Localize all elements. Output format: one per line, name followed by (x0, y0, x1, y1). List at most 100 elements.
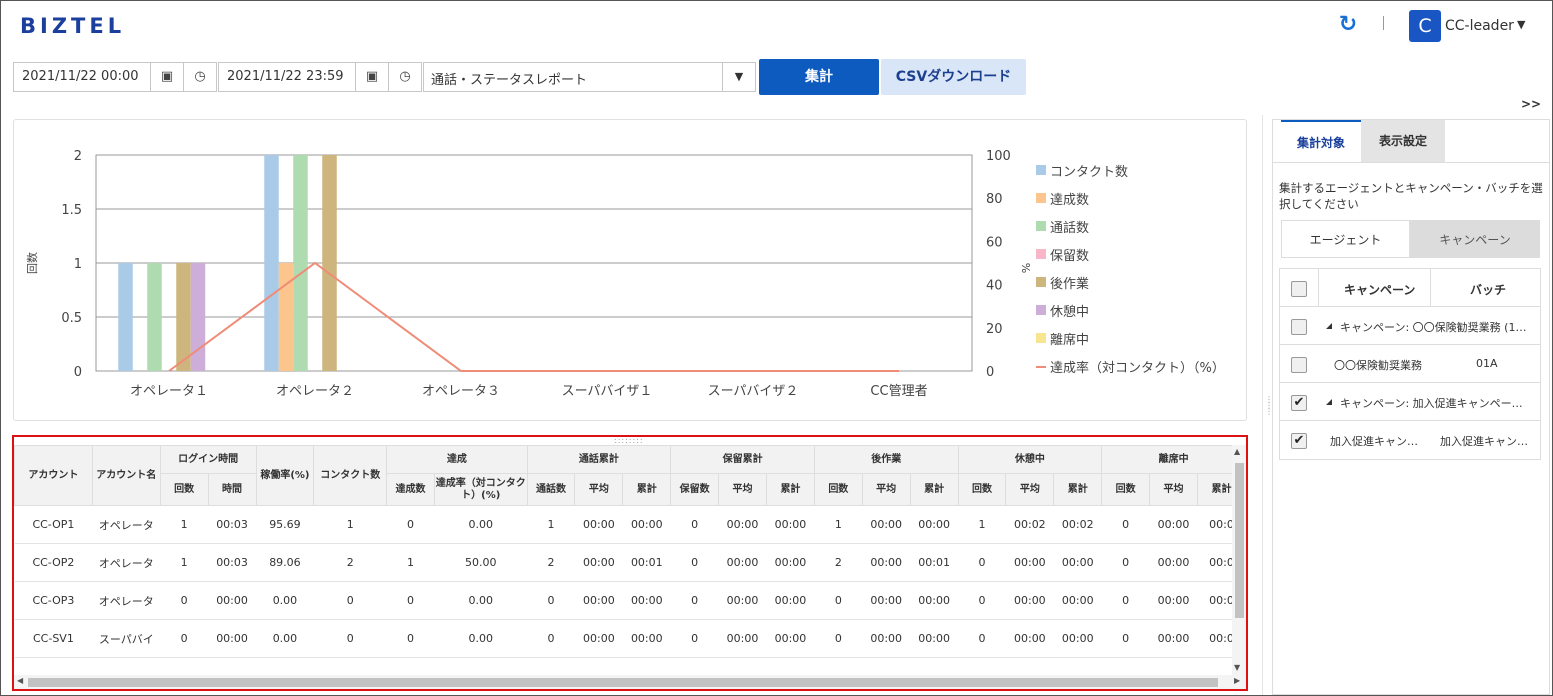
th-achieved[interactable]: 達成数 (386, 473, 435, 506)
table-cell: 89.06 (256, 543, 314, 582)
table-cell: CC-OP1 (14, 505, 93, 544)
batch-campaign-name: 加入促進キャン… (1330, 435, 1418, 448)
th-hold-avg[interactable]: 平均 (718, 473, 767, 506)
table-row[interactable]: CC-OP3 オペレータ 0 00:00 0.00 0 0 0.00 0 00:00 00:00 0 0… (14, 581, 1246, 620)
table-cell: 1 (313, 505, 387, 544)
batch-campaign-name: 〇〇保険勧奨業務 (1334, 359, 1422, 372)
th-break-total[interactable]: 累計 (1053, 473, 1103, 506)
th-talk-count[interactable]: 通話数 (526, 473, 576, 506)
horizontal-scroll-thumb[interactable] (28, 678, 1218, 687)
calendar-icon[interactable]: ▣ (150, 63, 183, 91)
batch-checkbox[interactable]: ✔ (1291, 433, 1307, 449)
batch-row[interactable]: 〇〇保険勧奨業務 01A (1280, 345, 1540, 383)
th-utilization[interactable]: 稼働率(%) (255, 445, 315, 506)
th-after-count[interactable]: 回数 (813, 473, 863, 506)
table-cell: 00:00 (1053, 543, 1102, 582)
bar-1-1 (278, 263, 294, 371)
campaign-group-row[interactable]: ◢ キャンペーン: 〇〇保険勧奨業務 (1… (1280, 307, 1540, 345)
batch-checkbox[interactable] (1291, 357, 1307, 373)
table-cell: 00:00 (1005, 619, 1054, 658)
tab-display-settings[interactable]: 表示設定 (1361, 120, 1445, 162)
avatar[interactable]: C (1409, 10, 1441, 42)
scroll-right-icon[interactable]: ▶ (1234, 676, 1240, 685)
th-hold-count[interactable]: 保留数 (670, 473, 720, 506)
th-account[interactable]: アカウント (14, 445, 93, 506)
th-after-total[interactable]: 累計 (909, 473, 959, 506)
table-cell: 00:00 (718, 543, 767, 582)
x-tick-label: オペレータ３ (422, 384, 500, 399)
expand-triangle-icon[interactable]: ◢ (1326, 397, 1332, 406)
chevron-down-icon[interactable]: ▼ (1517, 18, 1525, 31)
th-account-name[interactable]: アカウント名 (91, 445, 161, 506)
table-cell: 00:00 (862, 581, 911, 620)
table-cell: CC-SV1 (14, 619, 93, 658)
th-away-count[interactable]: 回数 (1101, 473, 1151, 506)
th-login-time-sub[interactable]: 時間 (207, 473, 257, 506)
table-cell: オペレータ (92, 543, 161, 582)
table-cell: 00:01 (910, 543, 959, 582)
subtab-agent[interactable]: エージェント (1281, 220, 1410, 258)
th-after-avg[interactable]: 平均 (861, 473, 911, 506)
th-login-count[interactable]: 回数 (159, 473, 209, 506)
col-campaign[interactable]: キャンペーン (1344, 281, 1415, 298)
batch-row[interactable]: ✔ 加入促進キャン… 加入促進キャン… (1280, 421, 1540, 459)
th-break-count[interactable]: 回数 (957, 473, 1007, 506)
table-cell: 00:00 (622, 505, 671, 544)
legend-label: 後作業 (1050, 276, 1089, 292)
table-cell: スーパバイ (92, 619, 161, 658)
th-talk-total-sub[interactable]: 累計 (622, 473, 672, 506)
y2-tick-label: 80 (986, 192, 1003, 207)
end-datetime-field[interactable]: 2021/11/22 23:59 ▣ ◷ (218, 62, 422, 92)
th-talk-total: 通話累計 (526, 445, 672, 474)
y2-axis-label: % (1019, 263, 1032, 273)
th-achieve-rate[interactable]: 達成率（対コンタクト）(%) (433, 473, 528, 506)
scroll-up-icon[interactable]: ▲ (1234, 447, 1240, 456)
refresh-icon[interactable]: ↻ (1336, 12, 1360, 38)
tab-target[interactable]: 集計対象 (1281, 120, 1361, 162)
campaign-checkbox[interactable]: ✔ (1291, 395, 1307, 411)
table-row[interactable]: CC-OP1 オペレータ 1 00:03 95.69 1 0 0.00 1 00:00 00:00 0… (14, 505, 1246, 544)
legend-label: 達成数 (1050, 193, 1089, 208)
y-tick-label: 0 (74, 365, 82, 380)
aggregate-button[interactable]: 集計 (759, 59, 879, 95)
expand-triangle-icon[interactable]: ◢ (1326, 321, 1332, 330)
scroll-left-icon[interactable]: ◀ (17, 676, 23, 685)
start-datetime-value: 2021/11/22 00:00 (22, 69, 139, 84)
csv-download-button[interactable]: CSVダウンロード (881, 59, 1026, 95)
biztel-logo: BIZTEL (20, 14, 126, 38)
th-talk-avg[interactable]: 平均 (574, 473, 624, 506)
table-cell: 00:02 (1053, 505, 1102, 544)
calendar-icon[interactable]: ▣ (355, 63, 388, 91)
th-away-avg[interactable]: 平均 (1149, 473, 1198, 506)
start-datetime-field[interactable]: 2021/11/22 00:00 ▣ ◷ (13, 62, 217, 92)
dropdown-caret-icon[interactable]: ▼ (722, 63, 755, 91)
expand-panel-toggle[interactable]: >> (1521, 97, 1541, 111)
col-batch[interactable]: バッチ (1470, 281, 1506, 298)
report-type-value: 通話・ステータスレポート (431, 73, 588, 88)
table-cell: 00:00 (862, 505, 911, 544)
th-contacts[interactable]: コンタクト数 (313, 445, 388, 506)
table-cell: 00:00 (574, 619, 623, 658)
select-all-checkbox[interactable] (1291, 281, 1307, 297)
vertical-scroll-thumb[interactable] (1235, 463, 1244, 618)
th-hold-total: 保留累計 (670, 445, 815, 474)
subtab-campaign[interactable]: キャンペーン (1410, 220, 1540, 258)
table-row[interactable]: CC-SV1 スーパバイ 0 00:00 0.00 0 0 0.00 0 00:00 00:00 0 0… (14, 619, 1246, 658)
horizontal-scrollbar[interactable]: ◀ ▶ (14, 675, 1246, 689)
report-type-select[interactable]: 通話・ステータスレポート ▼ (423, 62, 756, 92)
clock-icon[interactable]: ◷ (388, 63, 421, 91)
scroll-down-icon[interactable]: ▼ (1234, 663, 1240, 672)
campaign-checkbox[interactable] (1291, 319, 1307, 335)
table-row[interactable]: CC-OP2 オペレータ 1 00:03 89.06 2 1 50.00 2 00:00 00:01… (14, 543, 1246, 582)
clock-icon[interactable]: ◷ (183, 63, 216, 91)
table-cell: 0 (1101, 619, 1150, 658)
th-hold-total-sub[interactable]: 累計 (765, 473, 815, 506)
x-tick-label: CC管理者 (870, 384, 927, 399)
campaign-group-row[interactable]: ✔ ◢ キャンペーン: 加入促進キャンペー… (1280, 383, 1540, 421)
vertical-scrollbar[interactable]: ▲ ▼ (1232, 445, 1246, 675)
y2-tick-label: 40 (986, 279, 1003, 294)
table-cell: 00:00 (1053, 619, 1102, 658)
user-name[interactable]: CC-leader (1445, 18, 1514, 34)
panel-divider[interactable]: ⋮ ⋮ ⋮ (1262, 115, 1273, 695)
th-break-avg[interactable]: 平均 (1005, 473, 1055, 506)
